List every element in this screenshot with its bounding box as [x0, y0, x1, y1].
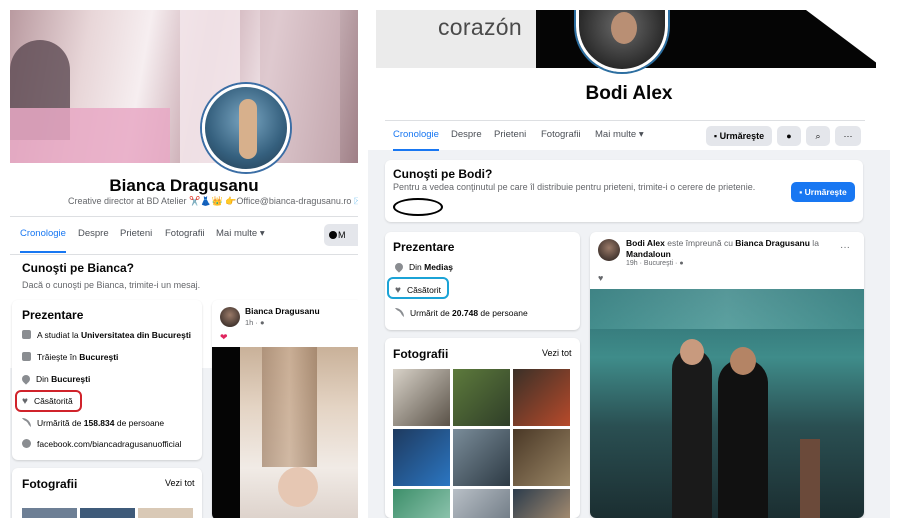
tab-mai-multe[interactable]: Mai multe ▾: [216, 217, 265, 253]
tab-mai-multe[interactable]: Mai multe ▾: [595, 121, 644, 151]
photo-thumb[interactable]: [80, 508, 135, 518]
post-author[interactable]: Bianca Dragusanu: [245, 306, 320, 316]
drawn-ellipse-mark: [393, 198, 443, 216]
tab-cronologie[interactable]: Cronologie: [393, 121, 439, 151]
follow-button-secondary[interactable]: ▪ Urmăreşte: [791, 182, 855, 202]
profile-name: Bianca Dragusanu: [109, 176, 259, 195]
search-icon: ⌕: [815, 131, 821, 141]
tab-fotografii[interactable]: Fotografii: [541, 121, 581, 151]
profile-bianca: Bianca Dragusanu Creative director at BD…: [10, 10, 358, 518]
intro-from: Din Mediaş: [393, 261, 453, 273]
location-pin-icon: [393, 261, 405, 273]
post-card: Bianca Dragusanu 1h · ● ❤: [212, 300, 358, 518]
tagged-user-link[interactable]: Bianca Dragusanu: [735, 238, 810, 248]
follow-button[interactable]: ▪ Urmăreşte: [706, 126, 772, 146]
photo-thumb[interactable]: [453, 429, 510, 486]
post-image-left-strip: [212, 347, 240, 518]
photo-thumb[interactable]: [453, 369, 510, 426]
photo-thumb[interactable]: [453, 489, 510, 518]
rss-icon: [395, 308, 404, 317]
globe-icon: ●: [679, 260, 684, 267]
photos-card: Fotografii Vezi tot: [385, 338, 580, 518]
post-author[interactable]: Bodi Alex: [626, 238, 665, 248]
tab-despre[interactable]: Despre: [78, 217, 109, 253]
photo-thumb[interactable]: [393, 429, 450, 486]
home-icon: [22, 352, 31, 361]
know-subtitle: Dacă o cunoşti pe Bianca, trimite-i un m…: [22, 280, 201, 290]
post-location[interactable]: Mandaloun: [626, 249, 671, 259]
post-author-avatar[interactable]: [220, 307, 240, 327]
photo-thumb[interactable]: [513, 489, 570, 518]
tab-cronologie[interactable]: Cronologie: [20, 217, 66, 253]
intro-followers: Urmărit de 20.748 de persoane: [395, 308, 528, 318]
tab-fotografii[interactable]: Fotografii: [165, 217, 205, 253]
post-more-button[interactable]: ···: [840, 242, 850, 253]
rss-icon: [22, 418, 31, 427]
post-time: 19h · Bucureşti · ●: [626, 260, 684, 267]
cover-photo[interactable]: [10, 10, 358, 163]
messenger-button[interactable]: ●: [777, 126, 801, 146]
photo-thumb[interactable]: [393, 369, 450, 426]
tab-prieteni[interactable]: Prieteni: [120, 217, 152, 253]
profile-bodi: corazón Bodi Alex Cronologie Despre Prie…: [368, 10, 890, 518]
from-city-link[interactable]: Mediaş: [424, 262, 453, 272]
photo-thumb[interactable]: [393, 489, 450, 518]
messenger-icon: ●: [786, 131, 792, 141]
know-title: Cunoşti pe Bianca?: [22, 261, 135, 275]
profile-tabs: Cronologie Despre Prieteni Fotografii Ma…: [10, 216, 358, 254]
know-title: Cunoşti pe Bodi?: [393, 167, 493, 181]
know-card: Cunoşti pe Bianca? Dacă o cunoşti pe Bia…: [10, 254, 358, 296]
photos-title: Fotografii: [22, 477, 78, 491]
tab-prieteni[interactable]: Prieteni: [494, 121, 526, 151]
messenger-icon: [329, 231, 337, 239]
post-image[interactable]: [590, 289, 864, 518]
location-pin-icon: [20, 373, 32, 385]
photos-title: Fotografii: [393, 347, 449, 361]
intro-facebook-link[interactable]: facebook.com/biancadragusanuofficial: [22, 439, 181, 449]
intro-from: Din Bucureşti: [20, 373, 90, 385]
photo-thumb[interactable]: [22, 508, 77, 518]
photos-card: Fotografii Vezi tot: [12, 468, 202, 518]
post-header-line: Bodi Alex este împreună cu Bianca Dragus…: [626, 238, 819, 248]
globe-icon: [22, 439, 31, 448]
photo-thumb[interactable]: [138, 508, 193, 518]
profile-avatar[interactable]: [202, 84, 290, 172]
intro-title: Prezentare: [393, 240, 455, 254]
highlight-blue-box: [387, 277, 449, 299]
intro-lives: Trăieşte în Bucureşti: [22, 352, 118, 362]
see-all-photos-link[interactable]: Vezi tot: [542, 348, 572, 358]
post-reaction-heart-icon: ❤: [220, 332, 228, 342]
profile-tabs: Cronologie Despre Prieteni Fotografii Ma…: [385, 120, 865, 151]
intro-studied: A studiat la Universitatea din Bucureşti: [22, 330, 191, 340]
school-link[interactable]: Universitatea din Bucureşti: [81, 330, 191, 340]
intro-card: Prezentare A studiat la Universitatea di…: [12, 300, 202, 460]
post-card: Bodi Alex este împreună cu Bianca Dragus…: [590, 232, 864, 518]
intro-title: Prezentare: [22, 308, 84, 322]
know-subtitle: Pentru a vedea conţinutul pe care îl dis…: [393, 182, 756, 192]
intro-followers: Urmărită de 158.834 de persoane: [22, 418, 164, 428]
globe-icon: ●: [260, 318, 265, 327]
profile-subtitle: Creative director at BD Atelier ✂️👗👑 👉Of…: [68, 196, 358, 206]
post-author-avatar[interactable]: [598, 239, 620, 261]
know-card: Cunoşti pe Bodi? Pentru a vedea conţinut…: [385, 160, 863, 222]
screenshot-collage: Bianca Dragusanu Creative director at BD…: [0, 0, 900, 528]
tab-despre[interactable]: Despre: [451, 121, 482, 151]
lives-city-link[interactable]: Bucureşti: [79, 352, 118, 362]
see-all-photos-link[interactable]: Vezi tot: [165, 478, 195, 488]
post-image[interactable]: [240, 347, 358, 518]
post-reaction-heart-icon: ♥: [598, 273, 604, 283]
cover-text: corazón: [438, 14, 522, 40]
from-city-link[interactable]: Bucureşti: [51, 374, 90, 384]
post-time: 1h · ●: [245, 318, 265, 327]
photo-thumb[interactable]: [513, 429, 570, 486]
highlight-red-box: [15, 390, 82, 412]
profile-name: Bodi Alex: [585, 83, 673, 104]
more-button[interactable]: ···: [835, 126, 861, 146]
school-icon: [22, 330, 31, 339]
photo-thumb[interactable]: [513, 369, 570, 426]
message-button[interactable]: M: [324, 224, 358, 246]
search-button[interactable]: ⌕: [806, 126, 830, 146]
